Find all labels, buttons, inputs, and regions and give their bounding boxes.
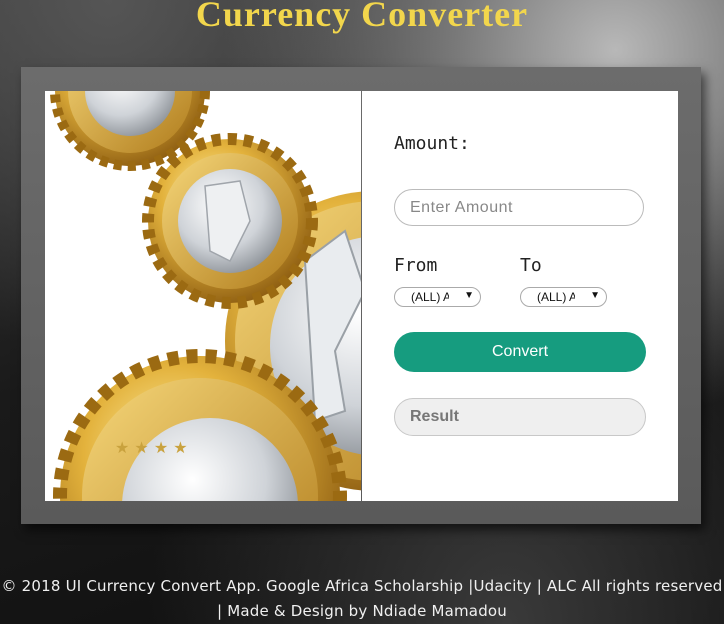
from-currency-select[interactable]: (ALL) Albanian Lek ▼: [394, 287, 481, 307]
dropdown-arrow-icon: ▼: [464, 290, 474, 301]
footer: © 2018 UI Currency Convert App. Google A…: [0, 574, 724, 624]
convert-button[interactable]: Convert: [394, 332, 646, 372]
from-currency-value: (ALL) Albanian Lek: [411, 290, 449, 304]
euro-coins-illustration: ★ ★ ★ ★: [45, 91, 361, 501]
svg-text:★ ★ ★ ★: ★ ★ ★ ★: [115, 438, 188, 457]
to-label: To: [520, 255, 542, 276]
to-currency-select[interactable]: (ALL) Albanian Lek ▼: [520, 287, 607, 307]
result-field: Result: [394, 398, 646, 436]
footer-credit: | Made & Design by Ndiade Mamadou: [216, 602, 508, 620]
converter-form: Amount: From To (ALL) Albanian Lek ▼ (AL…: [362, 91, 678, 501]
dropdown-arrow-icon: ▼: [590, 290, 600, 301]
to-currency-value: (ALL) Albanian Lek: [537, 290, 575, 304]
footer-copyright: © 2018 UI Currency Convert App. Google A…: [1, 577, 723, 595]
from-label: From: [394, 255, 438, 276]
amount-input[interactable]: [394, 189, 644, 226]
coins-gears-image: ★ ★ ★ ★: [45, 91, 361, 501]
page-title: Currency Converter: [195, 0, 529, 34]
amount-label: Amount:: [394, 133, 470, 154]
